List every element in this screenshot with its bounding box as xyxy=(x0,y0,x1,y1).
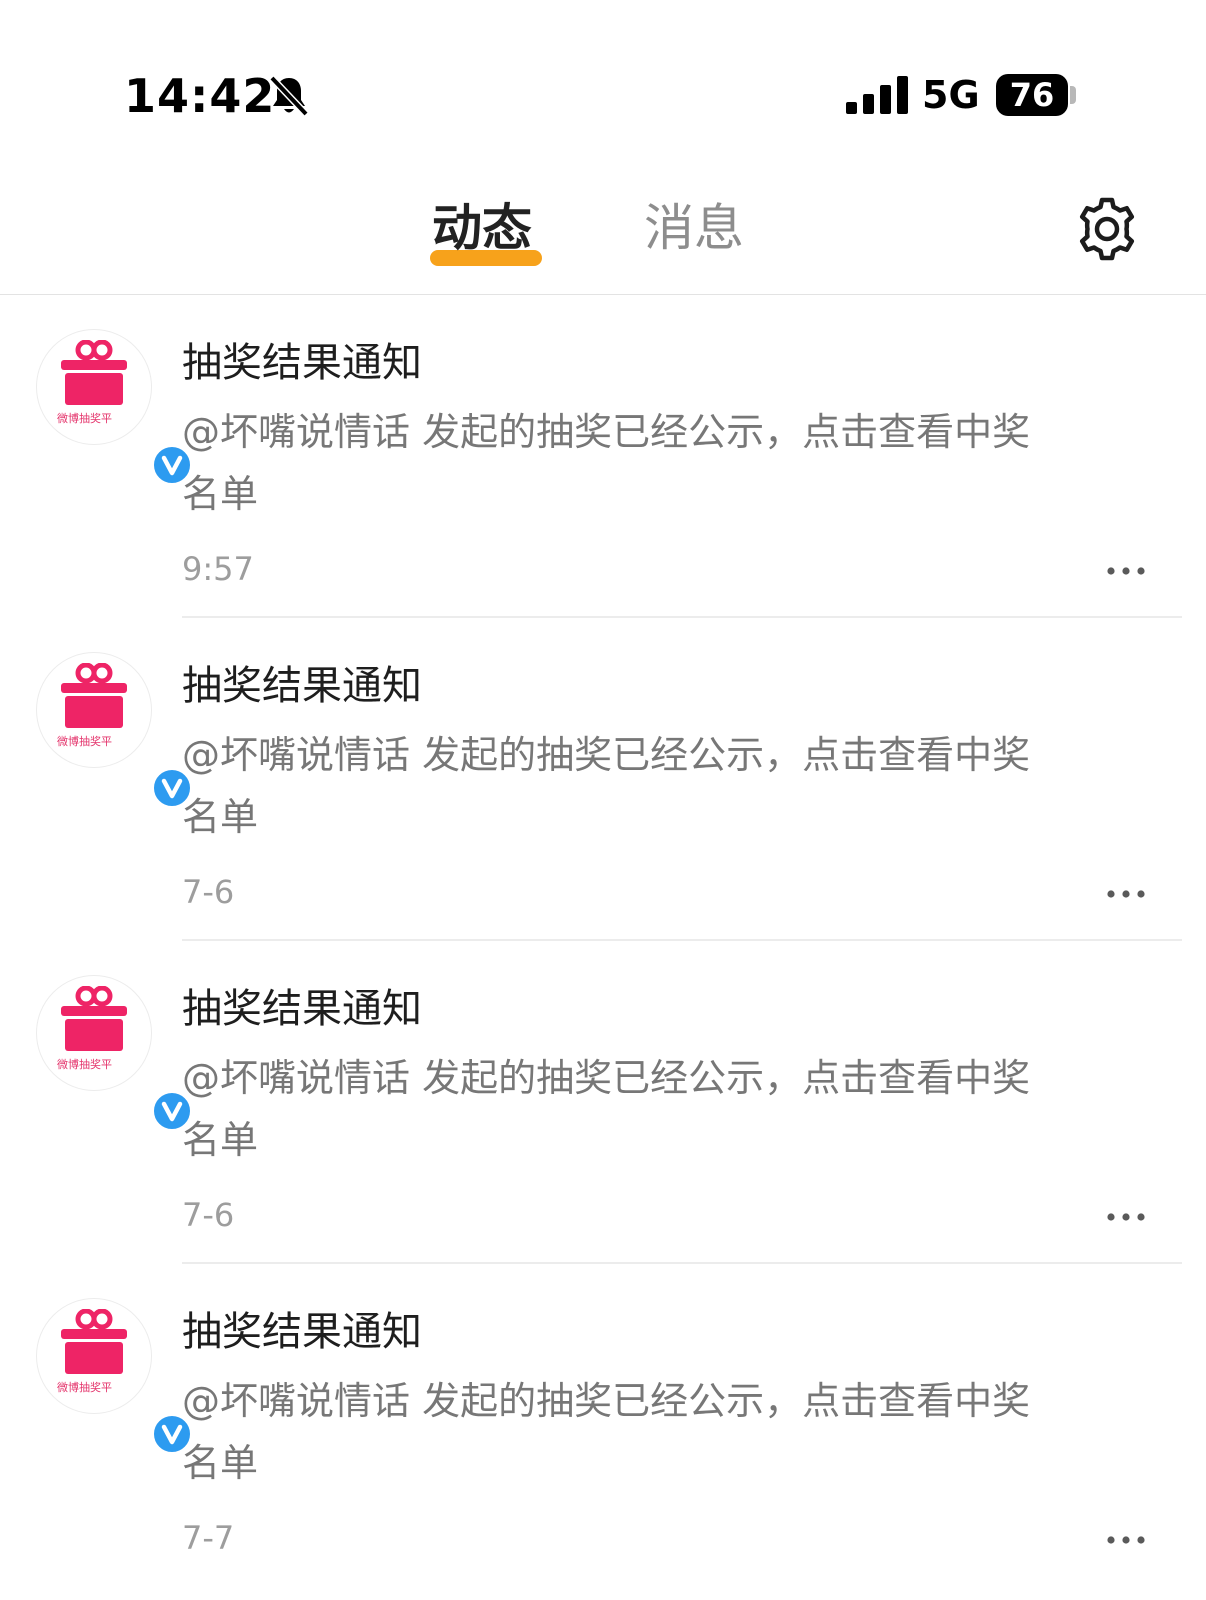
more-options-icon[interactable] xyxy=(1106,1534,1146,1546)
gift-icon xyxy=(61,340,127,405)
more-options-icon[interactable] xyxy=(1106,888,1146,900)
avatar[interactable]: 微博抽奖平 xyxy=(36,975,193,1132)
notification-item[interactable]: 微博抽奖平 抽奖结果通知 @坏嘴说情话 发起的抽奖已经公示，点击查看中奖名单 7… xyxy=(0,618,1206,941)
gift-icon xyxy=(61,1309,127,1374)
notification-item[interactable]: 微博抽奖平 抽奖结果通知 @坏嘴说情话 发起的抽奖已经公示，点击查看中奖名单 7… xyxy=(0,941,1206,1264)
tab-dynamics[interactable]: 动态 xyxy=(432,196,532,260)
cellular-signal-icon xyxy=(846,76,908,114)
notification-body[interactable]: @坏嘴说情话 发起的抽奖已经公示，点击查看中奖名单 xyxy=(182,401,1062,525)
avatar-label: 微博抽奖平 xyxy=(57,1381,112,1394)
gear-icon[interactable] xyxy=(1074,196,1140,262)
notification-title: 抽奖结果通知 xyxy=(182,986,422,1032)
avatar[interactable]: 微博抽奖平 xyxy=(36,329,193,486)
battery-level: 76 xyxy=(1009,76,1055,114)
avatar[interactable]: 微博抽奖平 xyxy=(36,1298,193,1455)
notification-item[interactable]: 微博抽奖平 抽奖结果通知 @坏嘴说情话 发起的抽奖已经公示，点击查看中奖名单 7… xyxy=(0,1264,1206,1587)
notification-title: 抽奖结果通知 xyxy=(182,340,422,386)
gift-icon xyxy=(61,986,127,1051)
network-type: 5G xyxy=(922,73,980,117)
notification-time: 9:57 xyxy=(182,550,254,588)
notification-title: 抽奖结果通知 xyxy=(182,663,422,709)
battery-cap xyxy=(1070,86,1076,104)
avatar-label: 微博抽奖平 xyxy=(57,735,112,748)
status-bar: 14:42 5G 76 xyxy=(0,0,1206,150)
more-options-icon[interactable] xyxy=(1106,565,1146,577)
notification-title: 抽奖结果通知 xyxy=(182,1309,422,1355)
avatar-label: 微博抽奖平 xyxy=(57,412,112,425)
gift-icon xyxy=(61,663,127,728)
header: 动态 消息 xyxy=(0,150,1206,294)
notification-time: 7-6 xyxy=(182,1196,235,1234)
avatar[interactable]: 微博抽奖平 xyxy=(36,652,193,809)
notification-body[interactable]: @坏嘴说情话 发起的抽奖已经公示，点击查看中奖名单 xyxy=(182,1370,1062,1494)
notification-feed: 微博抽奖平 抽奖结果通知 @坏嘴说情话 发起的抽奖已经公示，点击查看中奖名单 9… xyxy=(0,295,1206,1587)
notification-body[interactable]: @坏嘴说情话 发起的抽奖已经公示，点击查看中奖名单 xyxy=(182,1047,1062,1171)
status-time: 14:42 xyxy=(124,69,276,123)
bell-muted-icon xyxy=(269,75,309,117)
notification-item[interactable]: 微博抽奖平 抽奖结果通知 @坏嘴说情话 发起的抽奖已经公示，点击查看中奖名单 9… xyxy=(0,295,1206,618)
avatar-label: 微博抽奖平 xyxy=(57,1058,112,1071)
more-options-icon[interactable] xyxy=(1106,1211,1146,1223)
tab-messages[interactable]: 消息 xyxy=(644,196,744,260)
notification-time: 7-7 xyxy=(182,1519,235,1557)
notification-time: 7-6 xyxy=(182,873,235,911)
battery-icon: 76 xyxy=(996,74,1068,116)
notification-body[interactable]: @坏嘴说情话 发起的抽奖已经公示，点击查看中奖名单 xyxy=(182,724,1062,848)
